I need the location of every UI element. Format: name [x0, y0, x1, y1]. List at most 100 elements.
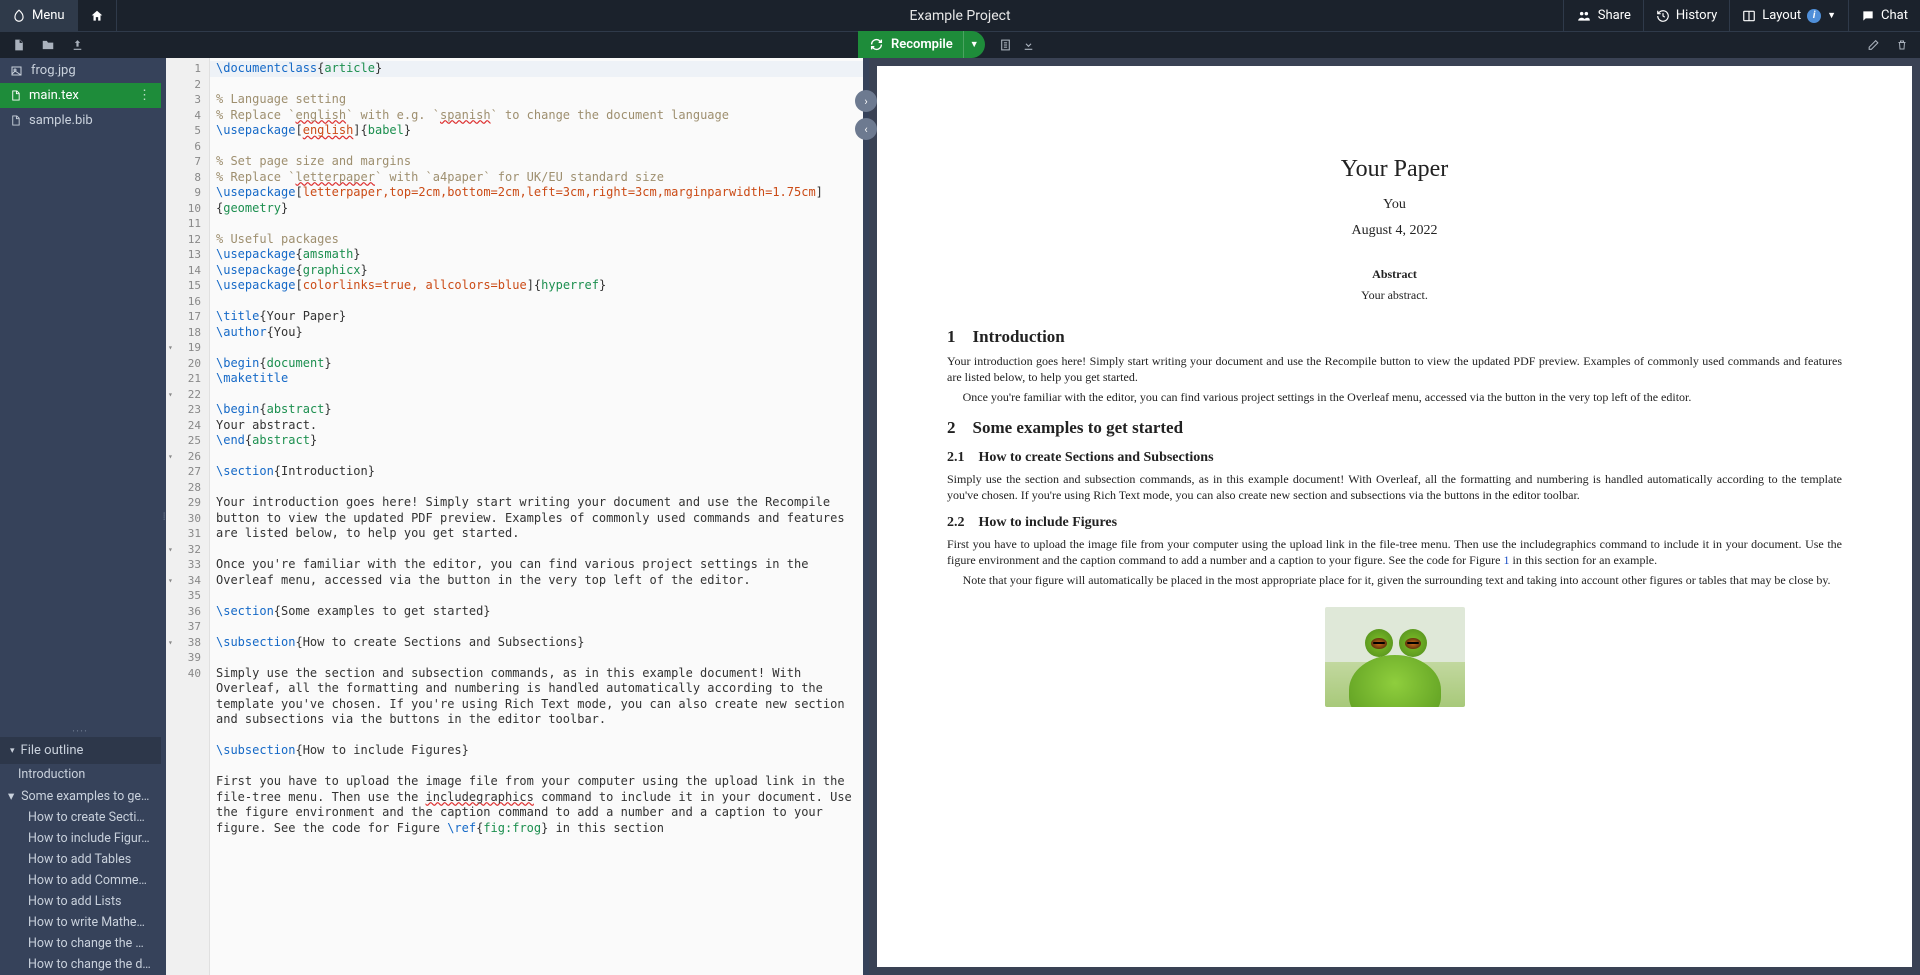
outline-item[interactable]: How to include Figur… — [0, 828, 161, 849]
code-line[interactable]: \end{abstract} — [210, 433, 863, 449]
fold-icon[interactable]: ▾ — [168, 340, 173, 356]
topbar-right: Share History Layout i ▼ Chat — [1563, 0, 1920, 31]
file-name: main.tex — [29, 88, 79, 103]
layout-button[interactable]: Layout i ▼ — [1729, 0, 1848, 31]
code-line[interactable]: \title{Your Paper} — [210, 309, 863, 325]
code-line[interactable] — [210, 480, 863, 496]
code-line[interactable]: \usepackage{graphicx} — [210, 263, 863, 279]
code-line[interactable] — [210, 77, 863, 93]
line-number: 25 — [166, 433, 209, 449]
recompile-button[interactable]: Recompile — [858, 31, 963, 58]
collapse-right-button[interactable]: › — [855, 90, 877, 112]
code-line[interactable]: % Replace `letterpaper` with `a4paper` f… — [210, 170, 863, 186]
outline-list: Introduction▾ Some examples to get st…Ho… — [0, 764, 161, 975]
outline-item[interactable]: How to add Lists — [0, 891, 161, 912]
logs-icon[interactable] — [999, 38, 1012, 52]
code-line[interactable] — [210, 728, 863, 744]
rename-icon[interactable] — [1863, 36, 1884, 54]
upload-icon[interactable] — [67, 36, 88, 54]
pdf-preview-pane[interactable]: Your Paper You August 4, 2022 Abstract Y… — [869, 58, 1920, 975]
code-line[interactable] — [210, 759, 863, 775]
code-line[interactable]: \documentclass{article} — [210, 61, 863, 77]
pdf-paragraph: Note that your figure will automatically… — [947, 572, 1842, 588]
code-area[interactable]: \documentclass{article} % Language setti… — [210, 58, 863, 975]
code-line[interactable]: Your abstract. — [210, 418, 863, 434]
code-line[interactable]: Your introduction goes here! Simply star… — [210, 495, 863, 542]
project-title: Example Project — [909, 8, 1010, 24]
code-line[interactable]: Simply use the section and subsection co… — [210, 666, 863, 728]
code-line[interactable]: \subsection{How to create Sections and S… — [210, 635, 863, 651]
code-line[interactable] — [210, 294, 863, 310]
outline-item[interactable]: How to change the … — [0, 933, 161, 954]
code-line[interactable]: \usepackage[english]{babel} — [210, 123, 863, 139]
line-number: 29 — [166, 495, 209, 511]
code-line[interactable]: Once you're familiar with the editor, yo… — [210, 557, 863, 588]
recompile-dropdown[interactable]: ▼ — [963, 31, 985, 58]
fold-icon[interactable]: ▾ — [168, 449, 173, 465]
file-outline-header[interactable]: ▾ File outline — [0, 737, 161, 764]
outline-item[interactable]: How to add Tables — [0, 849, 161, 870]
file-item[interactable]: sample.bib — [0, 108, 161, 133]
outline-item[interactable]: How to add Comme… — [0, 870, 161, 891]
code-line[interactable]: \usepackage{amsmath} — [210, 247, 863, 263]
delete-icon[interactable] — [1892, 36, 1912, 54]
code-line[interactable] — [210, 387, 863, 403]
info-badge-icon: i — [1807, 9, 1821, 23]
code-line[interactable]: \section{Introduction} — [210, 464, 863, 480]
layout-icon — [1742, 9, 1756, 23]
code-line[interactable] — [210, 449, 863, 465]
code-line[interactable]: \begin{abstract} — [210, 402, 863, 418]
share-button[interactable]: Share — [1563, 0, 1643, 31]
code-line[interactable]: \section{Some examples to get started} — [210, 604, 863, 620]
editor-preview-splitter[interactable]: › ‹ — [863, 58, 869, 975]
pdf-section-2: 2 Some examples to get started — [947, 418, 1842, 438]
code-line[interactable]: First you have to upload the image file … — [210, 774, 863, 836]
topbar-left: Menu — [0, 0, 117, 31]
collapse-left-button[interactable]: ‹ — [855, 118, 877, 140]
divider[interactable]: •••• — [0, 726, 161, 737]
code-line[interactable] — [210, 588, 863, 604]
new-folder-icon[interactable] — [37, 36, 59, 54]
code-line[interactable]: % Replace `english` with e.g. `spanish` … — [210, 108, 863, 124]
file-menu-icon[interactable]: ⋮ — [138, 88, 151, 103]
fold-icon[interactable]: ▾ — [168, 542, 173, 558]
code-line[interactable]: \maketitle — [210, 371, 863, 387]
file-icon — [10, 89, 21, 102]
code-line[interactable] — [210, 619, 863, 635]
top-bar: Menu Example Project Share History Layou… — [0, 0, 1920, 31]
fold-icon[interactable]: ▾ — [168, 573, 173, 589]
code-line[interactable] — [210, 650, 863, 666]
download-icon[interactable] — [1022, 38, 1035, 52]
code-line[interactable]: \usepackage[colorlinks=true, allcolors=b… — [210, 278, 863, 294]
code-line[interactable]: \author{You} — [210, 325, 863, 341]
code-line[interactable]: \subsection{How to include Figures} — [210, 743, 863, 759]
pdf-subsection-22: 2.2 How to include Figures — [947, 515, 1842, 531]
code-line[interactable]: % Set page size and margins — [210, 154, 863, 170]
outline-item[interactable]: Introduction — [0, 764, 161, 785]
fold-icon[interactable]: ▾ — [168, 635, 173, 651]
chat-button[interactable]: Chat — [1848, 0, 1920, 31]
code-line[interactable] — [210, 139, 863, 155]
code-line[interactable] — [210, 542, 863, 558]
fold-icon[interactable]: ▾ — [168, 387, 173, 403]
code-line[interactable]: % Language setting — [210, 92, 863, 108]
outline-item[interactable]: ▾ Some examples to get st… — [0, 785, 161, 807]
code-line[interactable] — [210, 216, 863, 232]
outline-item[interactable]: How to create Sectio… — [0, 807, 161, 828]
line-number: 33 — [166, 557, 209, 573]
outline-item[interactable]: How to change the d… — [0, 954, 161, 975]
new-file-icon[interactable] — [8, 36, 29, 54]
outline-item[interactable]: How to write Mathe… — [0, 912, 161, 933]
line-number: 37 — [166, 619, 209, 635]
editor-pane[interactable]: 12345678910111213141516171819▾202122▾232… — [166, 58, 863, 975]
code-line[interactable]: \usepackage[letterpaper,top=2cm,bottom=2… — [210, 185, 863, 216]
menu-button[interactable]: Menu — [0, 0, 78, 31]
file-item[interactable]: main.tex ⋮ — [0, 83, 161, 108]
code-line[interactable] — [210, 340, 863, 356]
file-item[interactable]: frog.jpg — [0, 58, 161, 83]
history-button[interactable]: History — [1643, 0, 1729, 31]
code-line[interactable]: % Useful packages — [210, 232, 863, 248]
line-number: 4 — [166, 108, 209, 124]
code-line[interactable]: \begin{document} — [210, 356, 863, 372]
home-button[interactable] — [78, 0, 117, 31]
